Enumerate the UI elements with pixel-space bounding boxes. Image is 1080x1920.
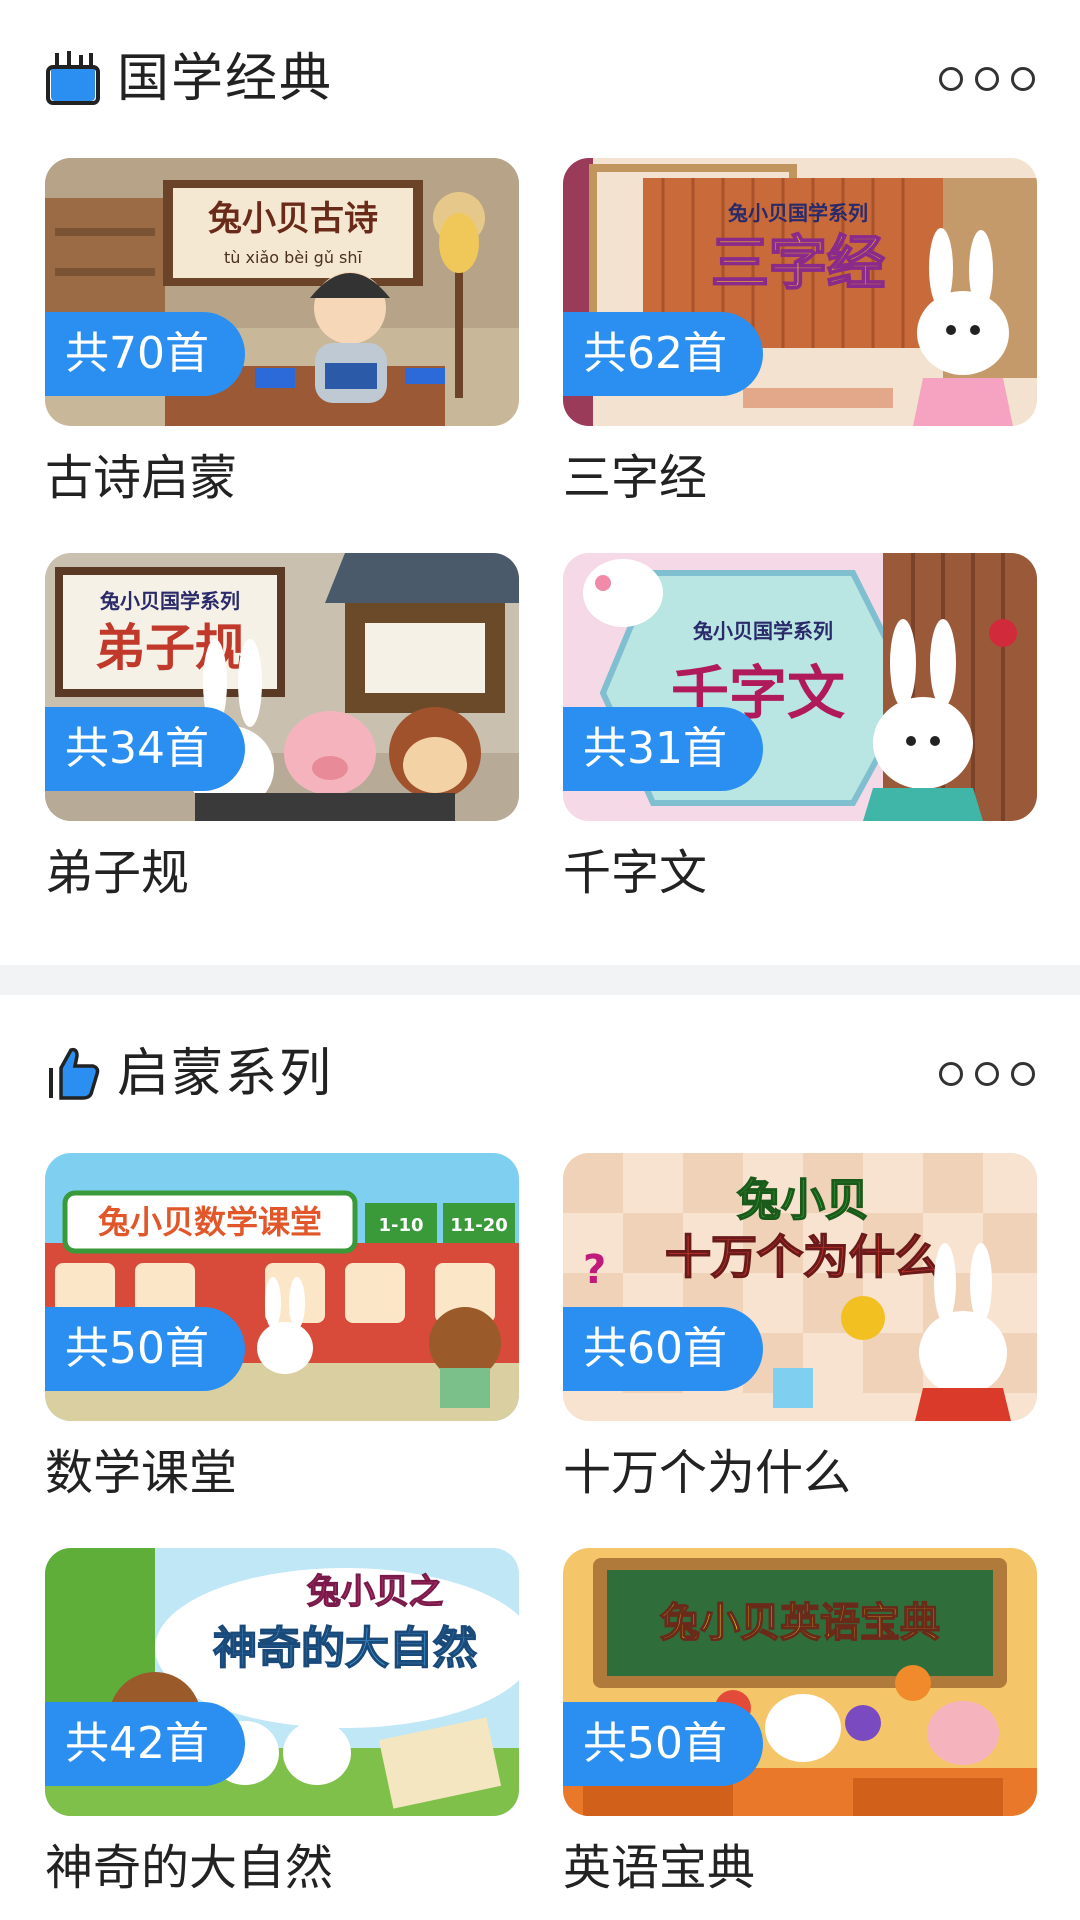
more-button[interactable] — [939, 1062, 1035, 1086]
more-dot-icon — [975, 1062, 999, 1086]
album-card-dizigui[interactable]: 兔小贝国学系列 弟子规 共34首 弟子规 — [45, 553, 519, 905]
count-badge: 共34首 — [45, 707, 245, 791]
count-badge: 共70首 — [45, 312, 245, 396]
section-title: 国学经典 — [117, 49, 334, 109]
album-thumbnail: 兔小贝古诗 tù xiǎo bèi gǔ shī 共70首 — [45, 158, 519, 426]
album-title: 三字经 — [563, 450, 708, 506]
count-badge: 共50首 — [563, 1702, 763, 1786]
section-header: 启蒙系列 — [45, 1040, 1035, 1110]
count-badge: 共62首 — [563, 312, 763, 396]
album-title: 十万个为什么 — [563, 1445, 852, 1501]
section-divider — [0, 965, 1080, 995]
album-thumbnail: 兔小贝国学系列 三字经 共62首 — [563, 158, 1037, 426]
album-card-english[interactable]: 兔小贝英语宝典 共50首 英语宝典 — [563, 1548, 1037, 1900]
more-dot-icon — [975, 67, 999, 91]
album-title: 弟子规 — [45, 845, 190, 901]
svg-text:兔小贝国学系列: 兔小贝国学系列 — [727, 201, 868, 225]
svg-text:兔小贝之: 兔小贝之 — [307, 1572, 443, 1612]
album-thumbnail: 兔小贝英语宝典 共50首 — [563, 1548, 1037, 1816]
svg-text:兔小贝国学系列: 兔小贝国学系列 — [692, 619, 833, 643]
more-dot-icon — [939, 67, 963, 91]
svg-text:兔小贝古诗: 兔小贝古诗 — [208, 199, 378, 239]
album-card-math[interactable]: 兔小贝数学课堂 1-10 11-20 共50首 数学课堂 — [45, 1153, 519, 1505]
section-title: 启蒙系列 — [117, 1044, 334, 1104]
svg-text:兔小贝英语宝典: 兔小贝英语宝典 — [660, 1600, 940, 1646]
svg-text:兔小贝国学系列: 兔小贝国学系列 — [99, 589, 240, 613]
section-enlightenment-series: 启蒙系列 兔小贝数学课堂 1-10 11-20 共50首 数学课堂 兔小贝 十万… — [0, 995, 1080, 1920]
album-thumbnail: 兔小贝数学课堂 1-10 11-20 共50首 — [45, 1153, 519, 1421]
album-thumbnail: 兔小贝国学系列 千字文 共31首 — [563, 553, 1037, 821]
album-title: 神奇的大自然 — [45, 1840, 334, 1896]
count-badge: 共50首 — [45, 1307, 245, 1391]
svg-text:?: ? — [583, 1247, 606, 1293]
count-badge: 共31首 — [563, 707, 763, 791]
svg-text:兔小贝: 兔小贝 — [737, 1175, 869, 1226]
more-dot-icon — [1011, 1062, 1035, 1086]
album-card-qianziwen[interactable]: 兔小贝国学系列 千字文 共31首 千字文 — [563, 553, 1037, 905]
svg-text:十万个为什么: 十万个为什么 — [665, 1230, 941, 1284]
svg-text:神奇的大自然: 神奇的大自然 — [213, 1623, 477, 1674]
more-dot-icon — [1011, 67, 1035, 91]
section-guoxue-classics: 国学经典 兔小贝古诗 tù xiǎo bèi gǔ shī 共70首 古诗启蒙 … — [0, 0, 1080, 965]
album-card-why[interactable]: 兔小贝 十万个为什么 ? 共60首 十万个为什么 — [563, 1153, 1037, 1505]
thumbs-up-icon — [49, 1047, 100, 1100]
svg-text:11-20: 11-20 — [450, 1215, 508, 1236]
album-thumbnail: 兔小贝国学系列 弟子规 共34首 — [45, 553, 519, 821]
album-title: 英语宝典 — [563, 1840, 756, 1896]
count-badge: 共42首 — [45, 1702, 245, 1786]
svg-text:1-10: 1-10 — [378, 1215, 423, 1236]
album-thumbnail: 兔小贝 十万个为什么 ? 共60首 — [563, 1153, 1037, 1421]
album-thumbnail: 兔小贝之 神奇的大自然 共42首 — [45, 1548, 519, 1816]
album-card-nature[interactable]: 兔小贝之 神奇的大自然 共42首 神奇的大自然 — [45, 1548, 519, 1900]
album-card-sanzijing[interactable]: 兔小贝国学系列 三字经 共62首 三字经 — [563, 158, 1037, 510]
more-dot-icon — [939, 1062, 963, 1086]
album-card-gushi[interactable]: 兔小贝古诗 tù xiǎo bèi gǔ shī 共70首 古诗启蒙 — [45, 158, 519, 510]
pencil-cup-icon — [46, 51, 100, 105]
more-button[interactable] — [939, 67, 1035, 91]
album-title: 千字文 — [563, 845, 708, 901]
album-title: 古诗启蒙 — [45, 450, 238, 506]
count-badge: 共60首 — [563, 1307, 763, 1391]
svg-text:兔小贝数学课堂: 兔小贝数学课堂 — [98, 1203, 322, 1241]
svg-text:tù xiǎo bèi gǔ shī: tù xiǎo bèi gǔ shī — [224, 248, 362, 267]
section-header: 国学经典 — [45, 45, 1035, 115]
svg-text:三字经: 三字经 — [711, 229, 885, 297]
album-title: 数学课堂 — [45, 1445, 238, 1501]
